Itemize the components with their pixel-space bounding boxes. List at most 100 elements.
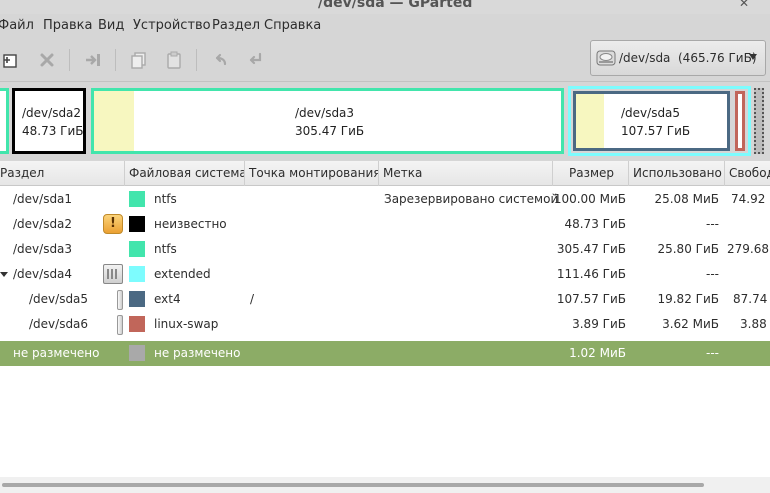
size: 3.89 ГиБ [572, 317, 626, 331]
new-partition-icon [3, 54, 17, 68]
filesystem: не размечено [154, 346, 241, 360]
menu-device[interactable]: Устройство [133, 18, 211, 33]
menu-bar: Файл Правка Вид Устройство Раздел Справк… [0, 14, 770, 38]
expander-arrow-icon[interactable] [0, 272, 8, 277]
undo-icon [215, 53, 227, 66]
fs-color-swatch [129, 266, 145, 282]
column-free[interactable]: Свобод [725, 161, 770, 186]
menu-partition[interactable]: Раздел [212, 18, 260, 33]
toolbar-separator [196, 49, 197, 71]
used-space-fill [94, 91, 134, 151]
segment-size: 48.73 ГиБ [22, 124, 84, 138]
window-title: /dev/sda — GParted [318, 0, 473, 11]
segment-name: /dev/sda5 [621, 106, 681, 120]
fs-color-swatch [129, 291, 145, 307]
disk-segment-unallocated[interactable] [754, 88, 764, 154]
column-label[interactable]: Метка [379, 161, 553, 186]
filesystem: ext4 [154, 292, 181, 306]
used: 3.62 МиБ [662, 317, 719, 331]
column-partition[interactable]: Раздел [0, 161, 125, 186]
disk-segment-sda3[interactable]: /dev/sda3 305.47 ГиБ [91, 88, 564, 154]
new-partition-button[interactable] [0, 47, 24, 73]
extended-partition-icon [103, 264, 123, 284]
segment-size: 305.47 ГиБ [295, 124, 365, 138]
size: 111.46 ГиБ [556, 267, 626, 281]
filesystem: ntfs [154, 192, 177, 206]
busy-icon [117, 315, 123, 335]
paste-button[interactable] [161, 47, 187, 73]
menu-file[interactable]: Файл [0, 18, 34, 33]
horizontal-scrollbar[interactable] [0, 477, 770, 493]
size: 1.02 МиБ [569, 346, 626, 360]
device-size: (465.76 ГиБ) [678, 51, 757, 65]
undo-button[interactable] [207, 47, 233, 73]
close-icon[interactable]: ✕ [739, 0, 749, 10]
column-mountpoint[interactable]: Точка монтирования [245, 161, 379, 186]
warning-icon: ! [103, 214, 123, 234]
segment-name: /dev/sda2 [22, 106, 82, 120]
column-size[interactable]: Размер [553, 161, 629, 186]
used: 25.80 ГиБ [657, 242, 719, 256]
disk-map: /dev/sda2 48.73 ГиБ /dev/sda3 305.47 ГиБ… [0, 83, 770, 159]
used: 19.82 ГиБ [657, 292, 719, 306]
size: 48.73 ГиБ [564, 217, 626, 231]
partition-name: /dev/sda6 [29, 317, 89, 331]
menu-view[interactable]: Вид [98, 18, 124, 33]
segment-name: /dev/sda3 [295, 106, 355, 120]
resize-icon [86, 54, 100, 66]
disk-segment-sda6[interactable] [735, 91, 745, 151]
partition-name: /dev/sda1 [13, 192, 73, 206]
table-row[interactable]: /dev/sda5 ext4 / 107.57 ГиБ 19.82 ГиБ 87… [0, 287, 770, 312]
apply-icon [249, 52, 262, 65]
toolbar-separator [69, 49, 70, 71]
partition-name: /dev/sda5 [29, 292, 89, 306]
table-row[interactable]: /dev/sda3 ntfs 305.47 ГиБ 25.80 ГиБ 279.… [0, 237, 770, 262]
table-row[interactable]: /dev/sda2 ! неизвестно 48.73 ГиБ --- [0, 212, 770, 237]
filesystem: ntfs [154, 242, 177, 256]
free: 3.88 [740, 317, 767, 331]
column-filesystem[interactable]: Файловая система [125, 161, 245, 186]
disk-segment-sda4-extended[interactable]: /dev/sda5 107.57 ГиБ [568, 86, 751, 156]
fs-color-swatch [129, 316, 145, 332]
free: 87.74 [733, 292, 768, 306]
fs-color-swatch [129, 216, 145, 232]
table-row[interactable]: /dev/sda1 ntfs Зарезервировано системой … [0, 187, 770, 212]
table-row[interactable]: /dev/sda4 extended 111.46 ГиБ --- [0, 262, 770, 287]
table-row-selected[interactable]: не размечено не размечено 1.02 МиБ --- [0, 341, 770, 366]
disk-segment-sda2[interactable]: /dev/sda2 48.73 ГиБ [12, 88, 86, 154]
segment-size: 107.57 ГиБ [621, 124, 691, 138]
used: --- [706, 217, 719, 231]
partition-table: Раздел Файловая система Точка монтирован… [0, 161, 770, 493]
title-bar: /dev/sda — GParted ✕ [0, 0, 770, 14]
free: 74.92 М [731, 192, 770, 206]
menu-edit[interactable]: Правка [43, 18, 92, 33]
copy-button[interactable] [126, 47, 152, 73]
hard-disk-icon [596, 50, 616, 66]
busy-icon [117, 290, 123, 310]
partition-label: Зарезервировано системой [384, 192, 559, 206]
scrollbar-thumb[interactable] [2, 483, 704, 487]
table-row[interactable]: /dev/sda6 linux-swap 3.89 ГиБ 3.62 МиБ 3… [0, 312, 770, 337]
device-name: /dev/sda [619, 51, 671, 65]
column-used[interactable]: Использовано [629, 161, 725, 186]
partition-name: /dev/sda2 [13, 217, 73, 231]
copy-icon [131, 52, 146, 69]
used: --- [706, 346, 719, 360]
mount-point: / [250, 292, 255, 306]
toolbar-separator [115, 49, 116, 71]
size: 100.00 МиБ [553, 192, 626, 206]
disk-segment-sda5[interactable]: /dev/sda5 107.57 ГиБ [573, 91, 730, 151]
used-space-fill [576, 94, 604, 148]
apply-button[interactable] [242, 47, 268, 73]
partition-name: не размечено [13, 346, 100, 360]
device-selector[interactable]: /dev/sda (465.76 ГиБ) [590, 40, 766, 76]
partition-name: /dev/sda4 [13, 267, 73, 281]
fs-color-swatch [129, 191, 145, 207]
resize-move-button[interactable] [80, 47, 106, 73]
used: --- [706, 267, 719, 281]
disk-segment-sda1[interactable] [0, 88, 9, 154]
table-header: Раздел Файловая система Точка монтирован… [0, 161, 770, 186]
fs-color-swatch [129, 345, 145, 361]
menu-help[interactable]: Справка [264, 18, 321, 33]
delete-button[interactable] [34, 47, 60, 73]
